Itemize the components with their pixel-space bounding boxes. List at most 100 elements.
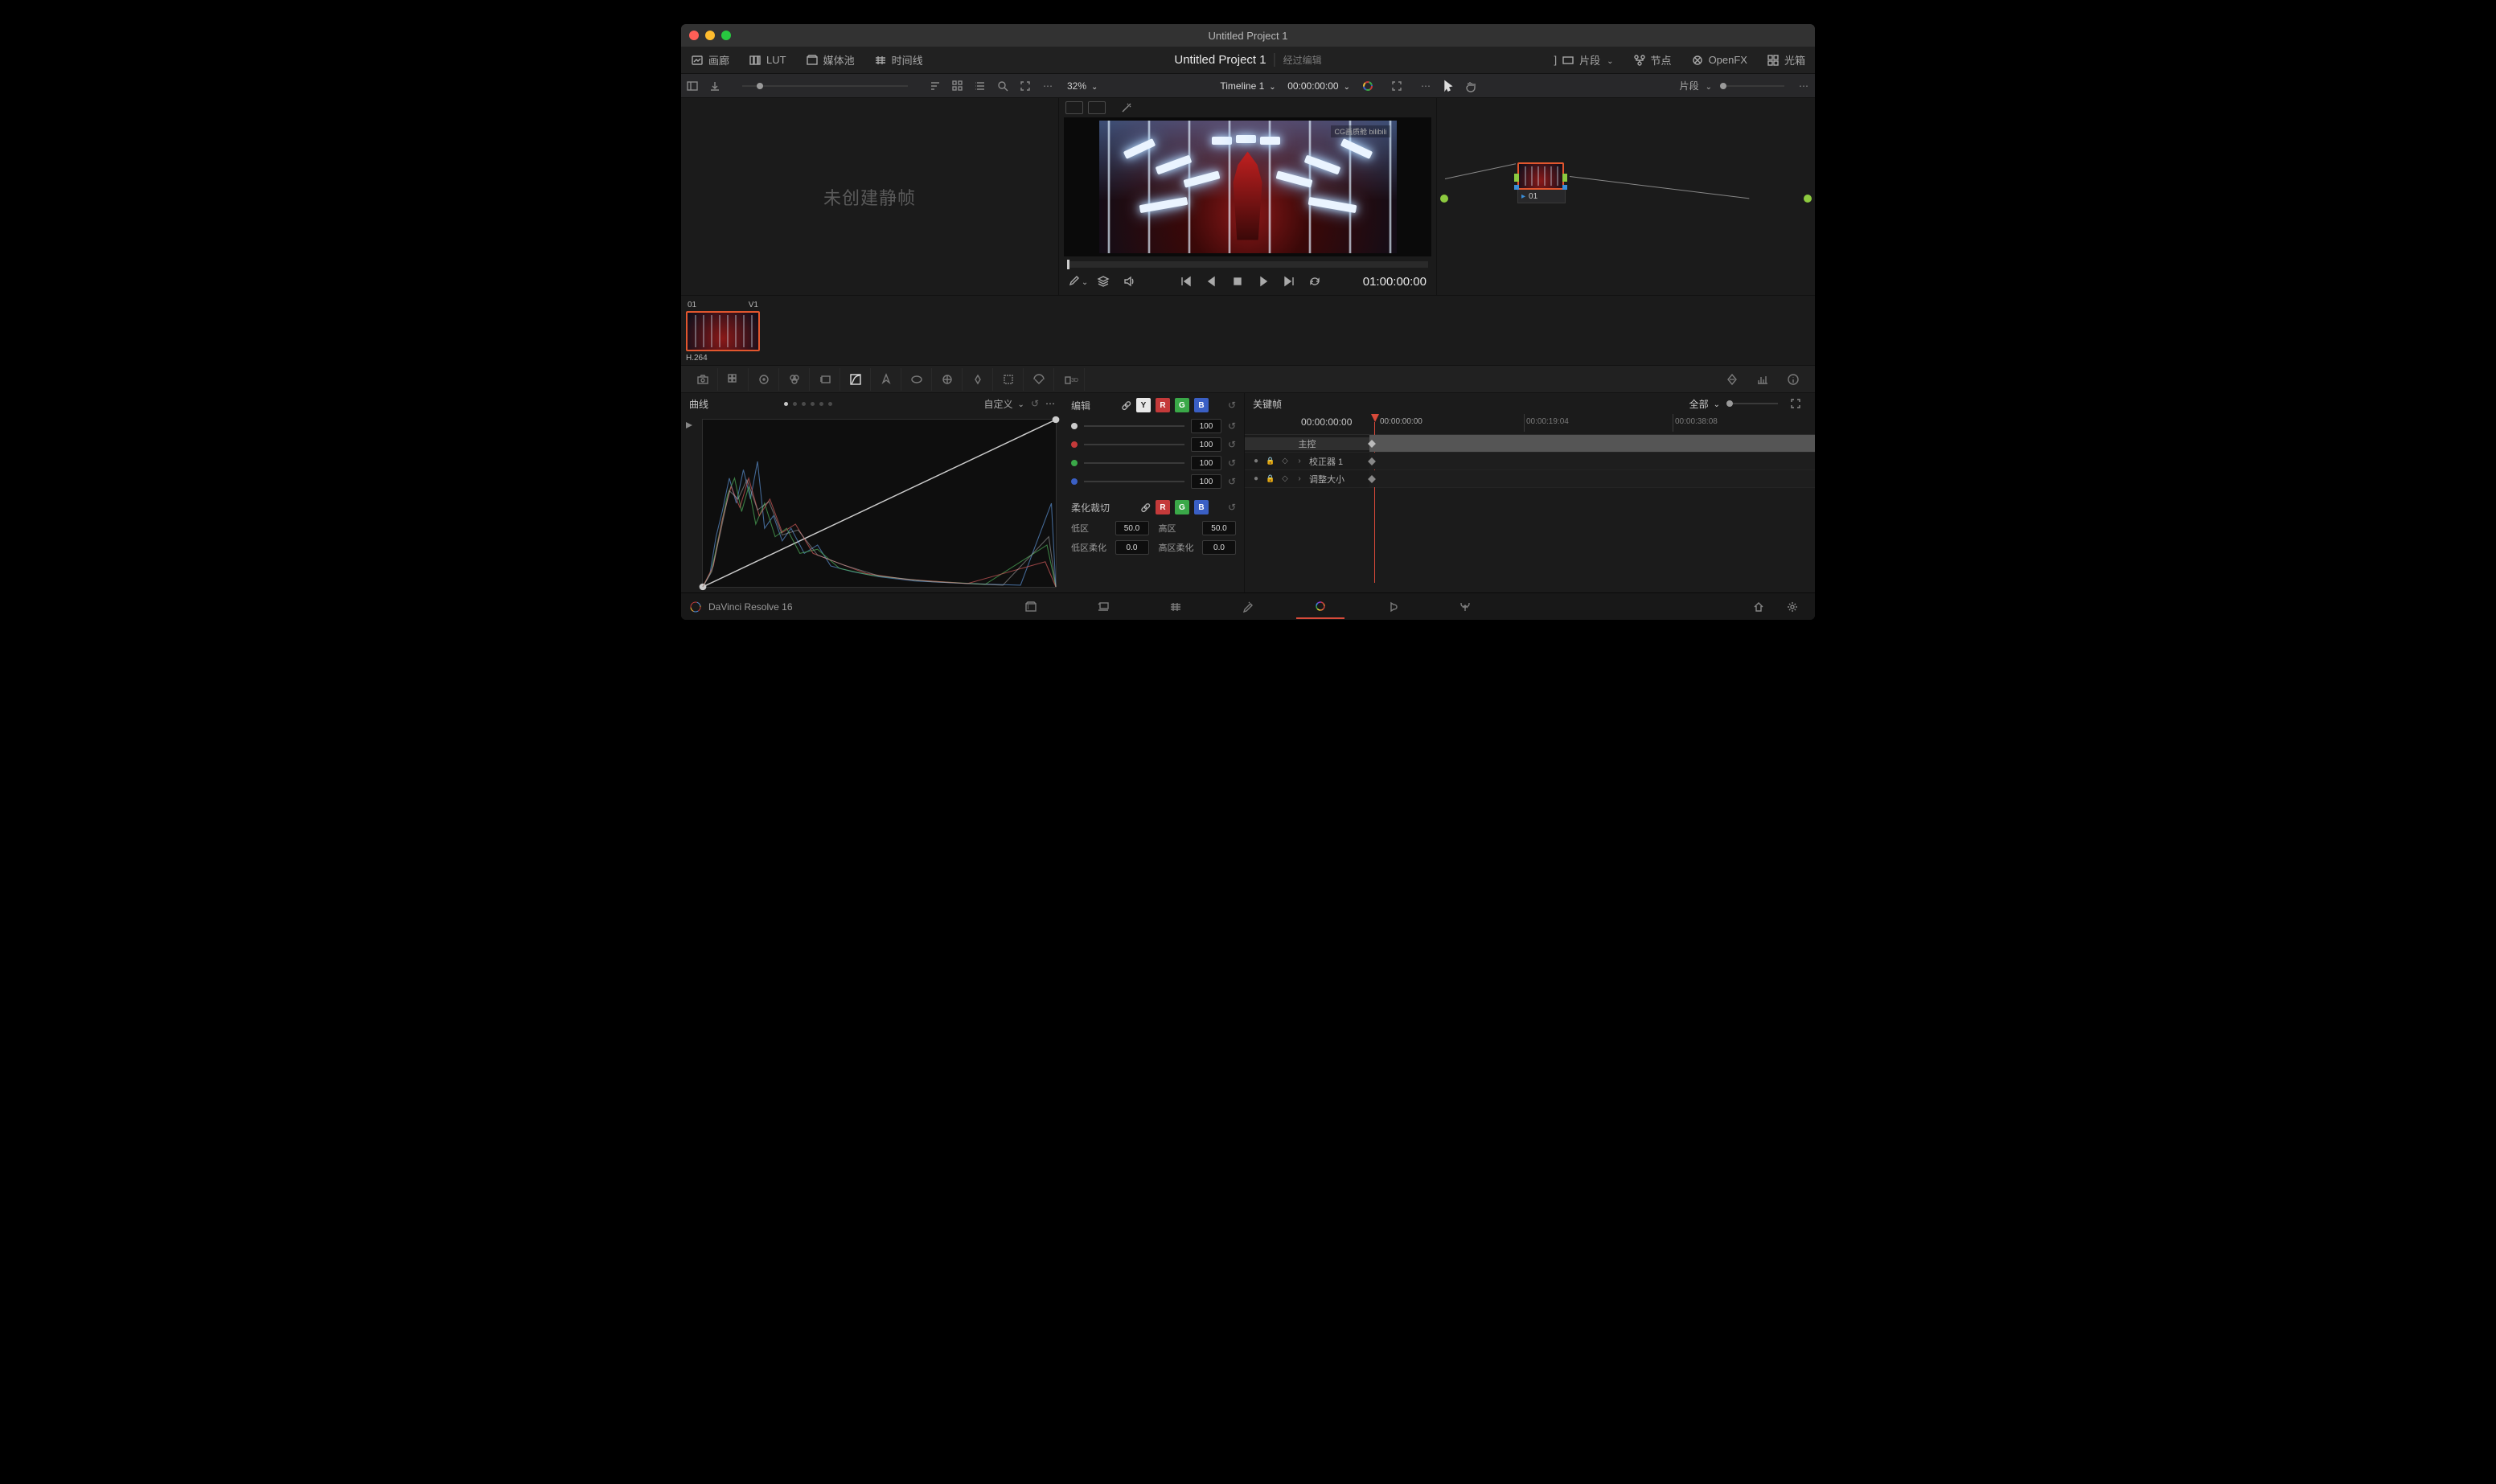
expand-button[interactable] (1014, 75, 1037, 97)
go-first-button[interactable] (1177, 273, 1195, 290)
channel-g-button[interactable]: G (1175, 398, 1189, 412)
low-value[interactable]: 50.0 (1115, 521, 1149, 535)
green-reset[interactable]: ↺ (1228, 457, 1236, 469)
viewer-more-button[interactable]: ⋯ (1414, 75, 1437, 97)
home-button[interactable] (1747, 596, 1770, 618)
low-soft-value[interactable]: 0.0 (1115, 540, 1149, 555)
kf-lock-2[interactable]: 🔒 (1266, 474, 1275, 484)
nav-nodes[interactable]: 节点 (1624, 52, 1681, 68)
stop-button[interactable] (1229, 273, 1246, 290)
play-button[interactable] (1254, 273, 1272, 290)
maximize-window-button[interactable] (721, 31, 731, 40)
node-01[interactable]: ▸01 (1517, 162, 1566, 203)
soft-b-button[interactable]: B (1194, 500, 1209, 514)
viewer-scrubber[interactable] (1067, 261, 1428, 268)
grid-view-button[interactable] (946, 75, 969, 97)
kf-auto-1[interactable]: ◇ (1280, 457, 1290, 466)
kf-expand-1[interactable]: › (1295, 457, 1304, 466)
picker-button[interactable] (1069, 273, 1086, 290)
channel-b-button[interactable]: B (1194, 398, 1209, 412)
page-fairlight-button[interactable] (1369, 595, 1417, 619)
page-media-button[interactable] (1007, 595, 1055, 619)
blur-button[interactable] (993, 368, 1024, 391)
keyframe-scope-dropdown[interactable]: 全部 (1689, 397, 1720, 411)
curves-reset-button[interactable]: ↺ (1031, 398, 1039, 409)
loop-button[interactable] (1306, 273, 1324, 290)
kf-track-1-body[interactable] (1369, 453, 1815, 469)
green-value[interactable]: 100 (1191, 456, 1221, 470)
kf-enable-1[interactable]: ● (1251, 457, 1261, 466)
curves-more-button[interactable]: ⋯ (1045, 398, 1055, 409)
key-button[interactable] (1024, 368, 1054, 391)
viewer-mode-1[interactable] (1065, 101, 1083, 114)
blue-value[interactable]: 100 (1191, 474, 1221, 489)
viewer-mode-2[interactable] (1088, 101, 1106, 114)
color-match-button[interactable] (718, 368, 749, 391)
channel-r-button[interactable]: R (1156, 398, 1170, 412)
channel-y-button[interactable]: Y (1136, 398, 1151, 412)
zoom-dropdown[interactable]: 32% (1059, 80, 1106, 92)
white-reset[interactable]: ↺ (1228, 420, 1236, 432)
nav-clip-dropdown[interactable]: ] 片段 (1545, 52, 1624, 68)
node-output[interactable] (1804, 195, 1812, 203)
kf-zoom-slider[interactable] (1726, 400, 1733, 407)
link-channels-button[interactable] (1121, 400, 1131, 411)
kf-expand-2[interactable]: › (1295, 474, 1304, 484)
curves-button[interactable] (840, 368, 871, 391)
white-value[interactable]: 100 (1191, 419, 1221, 433)
settings-button[interactable] (1781, 596, 1804, 618)
minimize-window-button[interactable] (705, 31, 715, 40)
soft-reset-button[interactable]: ↺ (1228, 502, 1236, 513)
curves-mode-dropdown[interactable]: 自定义 (984, 397, 1024, 411)
camera-raw-button[interactable] (688, 368, 718, 391)
red-reset[interactable]: ↺ (1228, 439, 1236, 450)
tracker-button[interactable] (963, 368, 993, 391)
edit-reset-button[interactable]: ↺ (1228, 400, 1236, 411)
color-warper-button[interactable] (871, 368, 901, 391)
kf-lock-1[interactable]: 🔒 (1266, 457, 1275, 466)
page-edit-button[interactable] (1152, 595, 1200, 619)
kf-expand-button[interactable] (1784, 392, 1807, 415)
nav-timeline[interactable]: 时间线 (864, 47, 933, 73)
viewer-display[interactable]: CG画质舱 bilibili (1064, 117, 1431, 256)
page-cut-button[interactable] (1079, 595, 1127, 619)
mute-button[interactable] (1120, 273, 1138, 290)
pointer-tool-button[interactable] (1437, 75, 1459, 97)
curves-play-handle[interactable] (684, 420, 694, 430)
motion-effects-button[interactable] (810, 368, 840, 391)
list-view-button[interactable] (969, 75, 991, 97)
curves-graph[interactable] (702, 419, 1057, 588)
qualifier-button[interactable] (901, 368, 932, 391)
keyframe-toggle-button[interactable] (1717, 368, 1747, 391)
scopes-button[interactable] (1747, 368, 1778, 391)
viewer-magic-button[interactable] (1115, 96, 1138, 119)
node-source[interactable] (1440, 195, 1448, 203)
nav-lightbox[interactable]: 光箱 (1757, 52, 1815, 68)
kf-enable-2[interactable]: ● (1251, 474, 1261, 484)
nav-mediapool[interactable]: 媒体池 (796, 47, 864, 73)
layers-button[interactable] (1094, 273, 1112, 290)
high-soft-value[interactable]: 0.0 (1202, 540, 1236, 555)
close-window-button[interactable] (689, 31, 699, 40)
color-wheels-toggle[interactable] (1357, 75, 1379, 97)
kf-ruler[interactable]: 00:00:00:00 00:00:00:00 00:00:19:04 00:0… (1245, 414, 1815, 435)
source-timecode-dropdown[interactable]: 00:00:00:00 (1287, 80, 1350, 92)
sidebar-toggle-button[interactable] (681, 75, 704, 97)
nav-openfx[interactable]: OpenFX (1681, 54, 1757, 67)
info-button[interactable] (1778, 368, 1808, 391)
green-slider[interactable] (1084, 462, 1184, 464)
red-value[interactable]: 100 (1191, 437, 1221, 452)
nav-lut[interactable]: LUT (739, 47, 796, 73)
page-color-button[interactable] (1296, 595, 1344, 619)
still-grab-button[interactable] (704, 75, 726, 97)
page-fusion-button[interactable] (1224, 595, 1272, 619)
gallery-slider-handle[interactable] (757, 83, 763, 89)
step-back-button[interactable] (1203, 273, 1221, 290)
clip-01[interactable]: 01V1 H.264 (686, 301, 760, 360)
more-button[interactable]: ⋯ (1037, 75, 1059, 97)
high-value[interactable]: 50.0 (1202, 521, 1236, 535)
node-zoom-slider[interactable] (1720, 83, 1726, 89)
blue-reset[interactable]: ↺ (1228, 476, 1236, 487)
viewer-expand-button[interactable] (1386, 75, 1408, 97)
timeline-name-dropdown[interactable]: Timeline 1 (1220, 80, 1275, 92)
